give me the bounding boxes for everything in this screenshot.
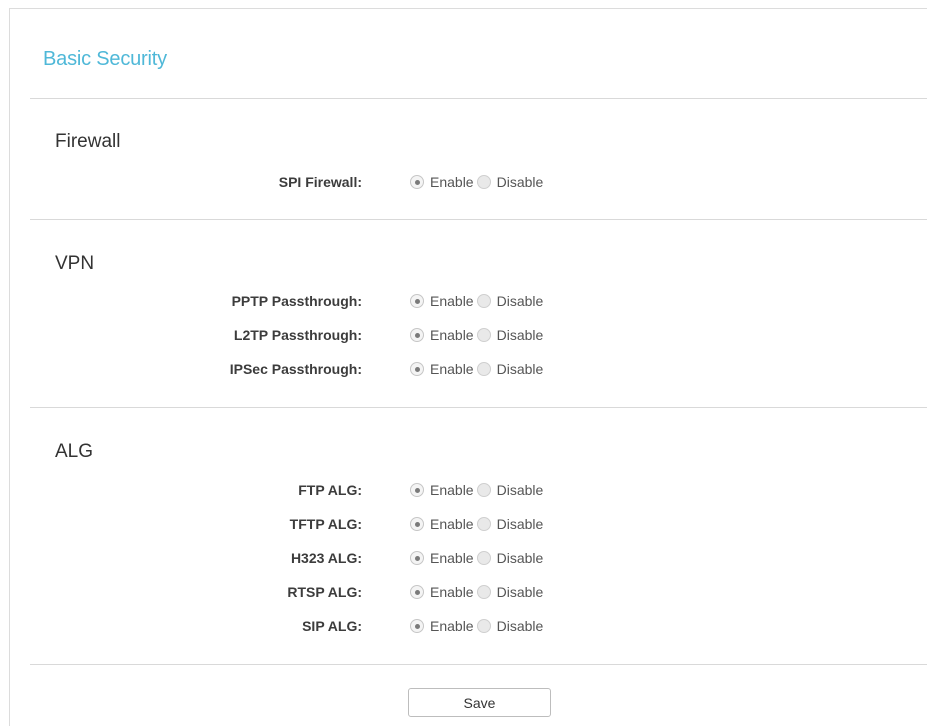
radio-unchecked-icon[interactable] xyxy=(476,551,491,565)
sip-alg-disable-radio[interactable]: Disable xyxy=(476,618,547,634)
radio-label: Disable xyxy=(496,550,544,566)
section-title-alg: ALG xyxy=(55,441,94,462)
radio-label: Disable xyxy=(496,584,544,600)
l2tp-passthrough-enable-radio[interactable]: Enable xyxy=(410,327,477,343)
row-h323-alg: H323 ALG: Enable Disable xyxy=(0,546,927,570)
radio-label: Enable xyxy=(430,618,474,634)
row-label: TFTP ALG: xyxy=(289,516,362,532)
radio-checked-icon[interactable] xyxy=(410,362,424,376)
h323-alg-enable-radio[interactable]: Enable xyxy=(410,550,477,566)
radio-unchecked-icon[interactable] xyxy=(476,362,491,376)
row-label: IPSec Passthrough: xyxy=(229,361,362,377)
divider xyxy=(30,664,927,665)
page-title: Basic Security xyxy=(43,48,167,70)
radio-checked-icon[interactable] xyxy=(410,585,424,599)
row-label: FTP ALG: xyxy=(298,482,362,498)
pptp-passthrough-disable-radio[interactable]: Disable xyxy=(476,293,547,309)
row-label: SIP ALG: xyxy=(302,618,362,634)
ipsec-passthrough-radio-group: Enable Disable xyxy=(410,359,546,379)
radio-checked-icon[interactable] xyxy=(410,551,424,565)
radio-checked-icon[interactable] xyxy=(410,483,424,497)
pptp-passthrough-radio-group: Enable Disable xyxy=(410,291,546,311)
tftp-alg-disable-radio[interactable]: Disable xyxy=(476,516,547,532)
radio-label: Enable xyxy=(430,584,474,600)
radio-unchecked-icon[interactable] xyxy=(476,619,491,633)
h323-alg-radio-group: Enable Disable xyxy=(410,548,546,568)
ftp-alg-radio-group: Enable Disable xyxy=(410,480,546,500)
radio-label: Enable xyxy=(430,174,474,190)
divider xyxy=(30,219,927,220)
radio-unchecked-icon[interactable] xyxy=(476,483,491,497)
ftp-alg-enable-radio[interactable]: Enable xyxy=(410,482,477,498)
row-label: H323 ALG: xyxy=(290,550,362,566)
radio-label: Enable xyxy=(430,327,474,343)
section-title-firewall: Firewall xyxy=(55,131,121,152)
radio-label: Disable xyxy=(496,516,544,532)
ipsec-passthrough-enable-radio[interactable]: Enable xyxy=(410,361,477,377)
radio-checked-icon[interactable] xyxy=(410,294,424,308)
sip-alg-enable-radio[interactable]: Enable xyxy=(410,618,477,634)
radio-label: Disable xyxy=(496,327,544,343)
radio-label: Disable xyxy=(496,293,544,309)
radio-label: Enable xyxy=(430,550,474,566)
pptp-passthrough-enable-radio[interactable]: Enable xyxy=(410,293,477,309)
tftp-alg-radio-group: Enable Disable xyxy=(410,514,546,534)
row-pptp-passthrough: PPTP Passthrough: Enable Disable xyxy=(0,289,927,313)
radio-checked-icon[interactable] xyxy=(410,175,424,189)
radio-label: Disable xyxy=(496,482,544,498)
radio-unchecked-icon[interactable] xyxy=(476,175,491,189)
ftp-alg-disable-radio[interactable]: Disable xyxy=(476,482,547,498)
tftp-alg-enable-radio[interactable]: Enable xyxy=(410,516,477,532)
radio-unchecked-icon[interactable] xyxy=(476,517,491,531)
row-label: RTSP ALG: xyxy=(287,584,362,600)
radio-checked-icon[interactable] xyxy=(410,619,424,633)
row-sip-alg: SIP ALG: Enable Disable xyxy=(0,614,927,638)
ipsec-passthrough-disable-radio[interactable]: Disable xyxy=(476,361,547,377)
divider xyxy=(30,407,927,408)
divider xyxy=(30,98,927,99)
radio-unchecked-icon[interactable] xyxy=(476,294,491,308)
spi-firewall-enable-radio[interactable]: Enable xyxy=(410,174,477,190)
radio-checked-icon[interactable] xyxy=(410,328,424,342)
row-label: SPI Firewall: xyxy=(278,174,362,190)
section-title-vpn: VPN xyxy=(55,253,95,274)
rtsp-alg-enable-radio[interactable]: Enable xyxy=(410,584,477,600)
l2tp-passthrough-radio-group: Enable Disable xyxy=(410,325,546,345)
row-ftp-alg: FTP ALG: Enable Disable xyxy=(0,478,927,502)
row-tftp-alg: TFTP ALG: Enable Disable xyxy=(0,512,927,536)
row-spi-firewall: SPI Firewall: Enable Disable xyxy=(0,170,927,194)
row-label: PPTP Passthrough: xyxy=(231,293,362,309)
radio-label: Enable xyxy=(430,293,474,309)
sip-alg-radio-group: Enable Disable xyxy=(410,616,546,636)
spi-firewall-disable-radio[interactable]: Disable xyxy=(476,174,547,190)
radio-label: Disable xyxy=(496,361,544,377)
save-button[interactable]: Save xyxy=(408,688,551,717)
row-label: L2TP Passthrough: xyxy=(233,327,362,343)
radio-label: Enable xyxy=(430,361,474,377)
row-ipsec-passthrough: IPSec Passthrough: Enable Disable xyxy=(0,357,927,381)
radio-label: Disable xyxy=(496,174,544,190)
rtsp-alg-disable-radio[interactable]: Disable xyxy=(476,584,547,600)
spi-firewall-radio-group: Enable Disable xyxy=(410,172,546,192)
h323-alg-disable-radio[interactable]: Disable xyxy=(476,550,547,566)
rtsp-alg-radio-group: Enable Disable xyxy=(410,582,546,602)
radio-checked-icon[interactable] xyxy=(410,517,424,531)
radio-label: Enable xyxy=(430,516,474,532)
radio-label: Disable xyxy=(496,618,544,634)
radio-unchecked-icon[interactable] xyxy=(476,585,491,599)
radio-unchecked-icon[interactable] xyxy=(476,328,491,342)
row-rtsp-alg: RTSP ALG: Enable Disable xyxy=(0,580,927,604)
l2tp-passthrough-disable-radio[interactable]: Disable xyxy=(476,327,547,343)
row-l2tp-passthrough: L2TP Passthrough: Enable Disable xyxy=(0,323,927,347)
radio-label: Enable xyxy=(430,482,474,498)
